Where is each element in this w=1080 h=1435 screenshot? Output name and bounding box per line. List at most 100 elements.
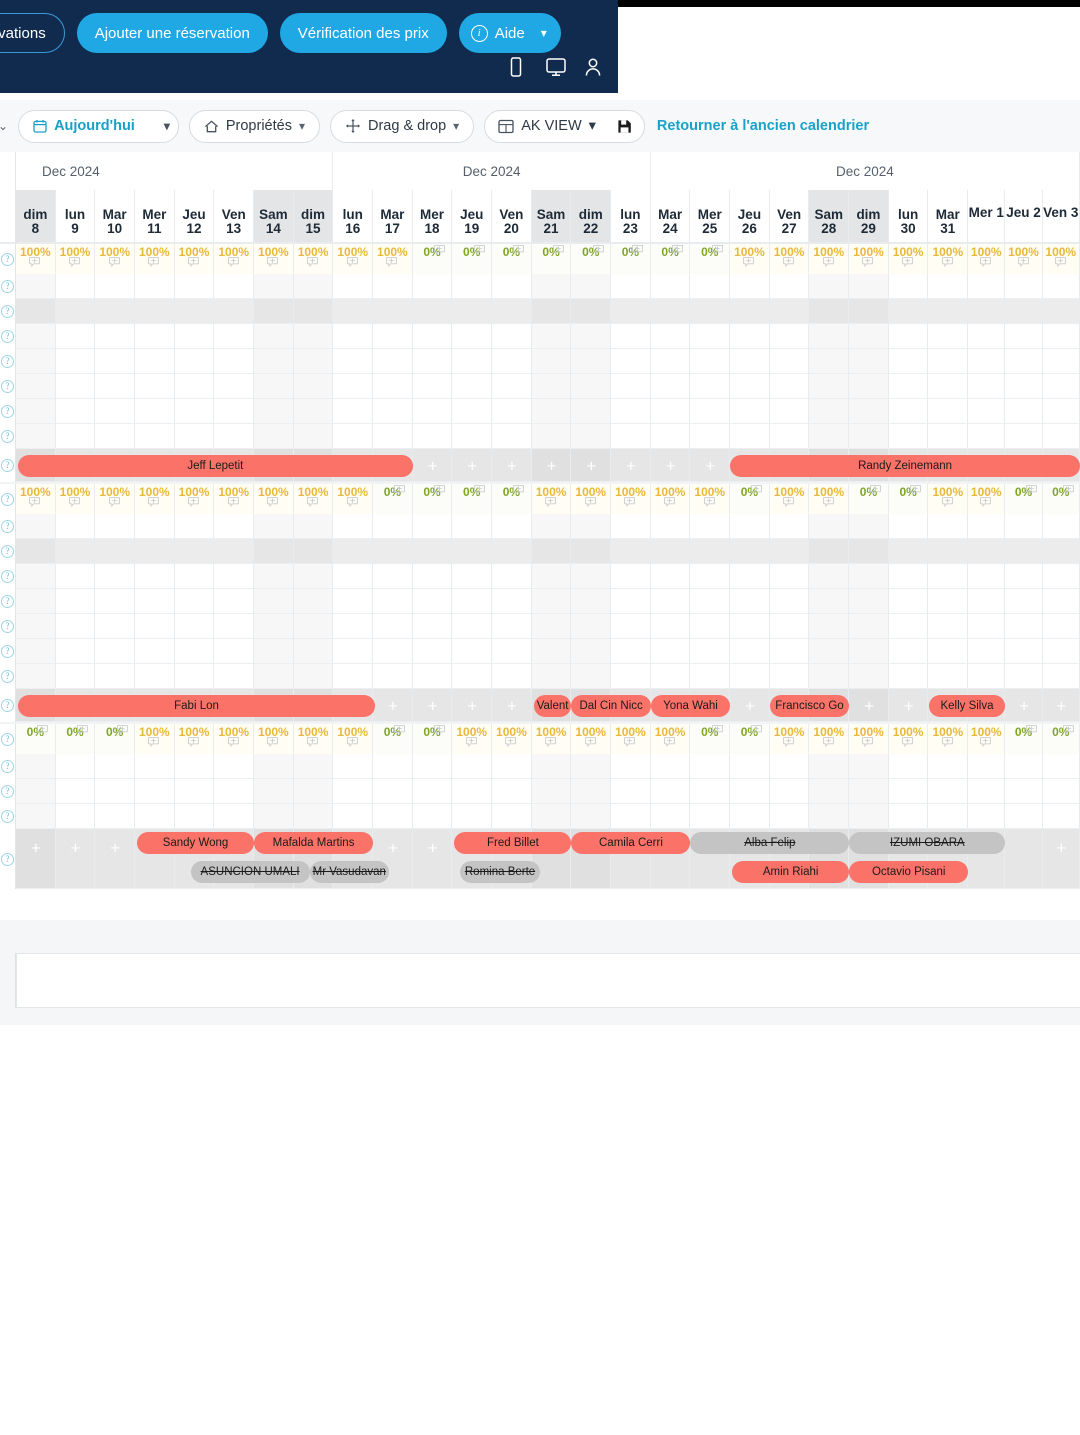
day-header-cell[interactable]: Mer 11 <box>135 190 175 242</box>
occupancy-cell[interactable]: 100% <box>809 484 850 514</box>
unit-cell[interactable] <box>888 779 929 804</box>
unit-cell[interactable] <box>968 664 1006 689</box>
unit-cell[interactable] <box>928 299 969 324</box>
unit-cell[interactable] <box>452 639 493 664</box>
occupancy-cell[interactable]: 100% <box>730 244 770 274</box>
note-bubble-icon[interactable] <box>751 485 763 495</box>
unit-cell[interactable] <box>611 514 651 539</box>
booking-bar[interactable]: Randy Zeinemann <box>730 454 1080 477</box>
unit-cell[interactable] <box>254 804 294 829</box>
unit-cell[interactable] <box>174 274 215 299</box>
note-bubble-icon[interactable] <box>188 497 199 507</box>
unit-cell[interactable] <box>611 424 651 449</box>
unit-cell[interactable] <box>650 754 691 779</box>
unit-cell[interactable] <box>55 324 96 349</box>
unit-cell[interactable] <box>373 664 413 689</box>
help-icon[interactable]: ? <box>1 545 14 558</box>
booking-cell[interactable] <box>1042 829 1080 889</box>
booking-bar[interactable]: Valent <box>533 694 572 717</box>
unit-cell[interactable] <box>888 374 929 399</box>
unit-cell[interactable] <box>174 514 215 539</box>
unit-cell[interactable] <box>1042 324 1080 349</box>
unit-cell[interactable] <box>571 514 612 539</box>
occupancy-cell[interactable]: 100% <box>452 724 493 754</box>
note-bubble-icon[interactable] <box>941 737 953 747</box>
unit-cell[interactable] <box>928 804 969 829</box>
help-icon[interactable]: ? <box>1 520 14 533</box>
note-bubble-icon[interactable] <box>148 737 160 747</box>
occupancy-cell[interactable]: 0% <box>650 244 691 274</box>
unit-cell[interactable] <box>730 399 770 424</box>
unit-cell[interactable] <box>135 424 175 449</box>
note-bubble-icon[interactable] <box>434 245 445 255</box>
day-header-cell[interactable]: dim 15 <box>293 190 334 242</box>
unit-cell[interactable] <box>373 514 413 539</box>
occupancy-cell[interactable]: 100% <box>571 484 612 514</box>
unit-cell[interactable] <box>214 539 255 564</box>
unit-cell[interactable] <box>690 589 731 614</box>
day-header-cell[interactable]: Mer 18 <box>412 190 453 242</box>
day-header-cell[interactable]: lun 30 <box>888 190 929 242</box>
unit-cell[interactable] <box>650 614 691 639</box>
unit-cell[interactable] <box>730 324 770 349</box>
today-button[interactable]: Aujourd'hui ▾ <box>18 109 179 143</box>
unit-cell[interactable] <box>293 514 334 539</box>
note-bubble-icon[interactable] <box>346 497 358 507</box>
help-button[interactable]: i Aide ▾ <box>458 13 561 53</box>
unit-cell[interactable] <box>928 614 969 639</box>
unit-cell[interactable] <box>690 564 731 589</box>
unit-cell[interactable] <box>373 299 413 324</box>
unit-cell[interactable] <box>888 804 929 829</box>
unit-cell[interactable] <box>174 614 215 639</box>
unit-cell[interactable] <box>214 614 255 639</box>
unit-cell[interactable] <box>730 804 770 829</box>
booking-cell[interactable] <box>16 829 56 889</box>
unit-cell[interactable] <box>888 639 929 664</box>
occupancy-cell[interactable]: 100% <box>214 724 255 754</box>
unit-cell[interactable] <box>135 374 175 399</box>
unit-cell[interactable] <box>809 779 850 804</box>
booking-bar[interactable]: ASUNCION UMALI <box>190 861 310 883</box>
unit-cell[interactable] <box>452 754 493 779</box>
note-bubble-icon[interactable] <box>1062 485 1074 495</box>
unit-cell[interactable] <box>968 564 1006 589</box>
unit-cell[interactable] <box>769 374 810 399</box>
unit-cell[interactable] <box>333 779 374 804</box>
booking-cell[interactable] <box>690 449 731 482</box>
unit-cell[interactable] <box>174 589 215 614</box>
unit-cell[interactable] <box>849 539 889 564</box>
unit-cell[interactable] <box>492 539 532 564</box>
occupancy-cell[interactable]: 0% <box>730 724 770 754</box>
occupancy-cell[interactable]: 100% <box>690 484 731 514</box>
help-icon[interactable]: ? <box>1 430 14 443</box>
occupancy-cell[interactable]: 0% <box>373 484 413 514</box>
unit-cell[interactable] <box>174 804 215 829</box>
note-bubble-icon[interactable] <box>108 497 120 507</box>
unit-cell[interactable] <box>849 754 889 779</box>
unit-cell[interactable] <box>95 399 136 424</box>
help-icon[interactable]: ? <box>1 570 14 583</box>
unit-cell[interactable] <box>809 614 850 639</box>
help-icon[interactable]: ? <box>1 280 14 293</box>
unit-cell[interactable] <box>809 639 850 664</box>
unit-cell[interactable] <box>1005 349 1043 374</box>
occupancy-cell[interactable]: 100% <box>611 724 651 754</box>
unit-cell[interactable] <box>928 664 969 689</box>
booking-cell[interactable] <box>412 689 453 722</box>
unit-cell[interactable] <box>293 399 334 424</box>
unit-cell[interactable] <box>968 399 1006 424</box>
unit-cell[interactable] <box>1005 514 1043 539</box>
unit-cell[interactable] <box>968 514 1006 539</box>
unit-cell[interactable] <box>531 539 572 564</box>
booking-bar[interactable]: Jeff Lepetit <box>17 454 413 477</box>
occupancy-cell[interactable]: 100% <box>571 724 612 754</box>
day-header-cell[interactable]: lun 16 <box>333 190 374 242</box>
note-bubble-icon[interactable] <box>37 725 49 735</box>
unit-cell[interactable] <box>690 539 731 564</box>
unit-cell[interactable] <box>611 779 651 804</box>
unit-cell[interactable] <box>412 804 453 829</box>
unit-cell[interactable] <box>928 424 969 449</box>
unit-cell[interactable] <box>650 399 691 424</box>
occupancy-cell[interactable]: 100% <box>888 724 929 754</box>
unit-cell[interactable] <box>730 539 770 564</box>
